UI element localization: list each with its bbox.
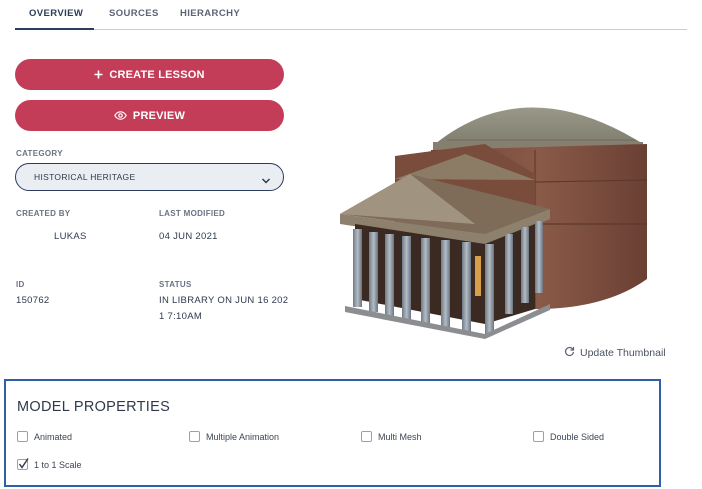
tab-hierarchy[interactable]: HIERARCHY: [180, 8, 240, 19]
created-by-label: CREATED BY: [16, 209, 71, 218]
last-modified-label: LAST MODIFIED: [159, 209, 226, 218]
refresh-icon: [564, 346, 575, 360]
multiple-animation-checkbox[interactable]: [189, 431, 200, 442]
update-thumbnail-button[interactable]: Update Thumbnail: [564, 346, 666, 360]
preview-button[interactable]: PREVIEW: [15, 100, 284, 131]
status-label: STATUS: [159, 280, 192, 289]
status-value-line1: IN LIBRARY ON JUN 16 202: [159, 295, 289, 306]
plus-icon: [94, 70, 103, 79]
animated-option[interactable]: Animated: [17, 431, 72, 442]
id-label: ID: [16, 280, 25, 289]
create-lesson-label: CREATE LESSON: [109, 68, 205, 81]
one-to-one-scale-label: 1 to 1 Scale: [34, 459, 82, 470]
update-thumbnail-label: Update Thumbnail: [580, 347, 666, 359]
model-properties-title: MODEL PROPERTIES: [17, 399, 171, 415]
checkmark-icon: [18, 458, 29, 469]
id-value: 150762: [16, 295, 50, 306]
status-value-line2: 1 7:10AM: [159, 311, 203, 322]
category-value: HISTORICAL HERITAGE: [34, 172, 136, 182]
double-sided-label: Double Sided: [550, 431, 605, 442]
created-by-value: LUKAS: [54, 231, 87, 242]
create-lesson-button[interactable]: CREATE LESSON: [15, 59, 284, 90]
double-sided-option[interactable]: Double Sided: [533, 431, 604, 442]
tab-overview[interactable]: OVERVIEW: [29, 8, 83, 19]
animated-label: Animated: [34, 431, 73, 442]
category-select[interactable]: HISTORICAL HERITAGE: [15, 163, 284, 191]
category-label: CATEGORY: [16, 149, 63, 158]
multi-mesh-checkbox[interactable]: [361, 431, 372, 442]
one-to-one-scale-option[interactable]: 1 to 1 Scale: [17, 458, 82, 470]
chevron-down-icon: [261, 172, 271, 190]
preview-label: PREVIEW: [132, 109, 186, 122]
multi-mesh-label: Multi Mesh: [378, 431, 422, 442]
last-modified-value: 04 JUN 2021: [159, 231, 218, 242]
multiple-animation-label: Multiple Animation: [206, 431, 280, 442]
tab-bar: OVERVIEW SOURCES HIERARCHY: [15, 0, 687, 30]
one-to-one-scale-checkbox[interactable]: [17, 458, 29, 470]
tab-sources[interactable]: SOURCES: [109, 8, 159, 19]
model-properties-panel: MODEL PROPERTIES Animated Multiple Anima…: [4, 379, 661, 487]
eye-icon: [114, 111, 127, 120]
multi-mesh-option[interactable]: Multi Mesh: [361, 431, 422, 442]
animated-checkbox[interactable]: [17, 431, 28, 442]
double-sided-checkbox[interactable]: [533, 431, 544, 442]
active-tab-indicator: [15, 28, 94, 30]
multiple-animation-option[interactable]: Multiple Animation: [189, 431, 279, 442]
model-thumbnail: [335, 84, 653, 339]
